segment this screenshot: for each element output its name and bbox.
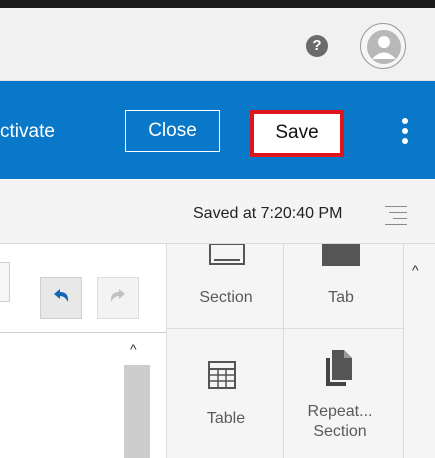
menu-icon[interactable] — [385, 206, 407, 226]
avatar[interactable] — [360, 23, 406, 69]
close-button[interactable]: Close — [125, 110, 220, 152]
scroll-up-icon[interactable]: ^ — [130, 341, 137, 357]
toolbar-button-partial[interactable] — [0, 262, 10, 302]
redo-icon — [110, 289, 125, 302]
palette-scrollbar[interactable] — [403, 244, 435, 458]
activate-button[interactable]: ctivate — [0, 121, 55, 143]
scroll-up-icon[interactable]: ^ — [412, 262, 419, 278]
saved-status: Saved at 7:20:40 PM — [193, 205, 343, 222]
help-icon[interactable]: ? — [306, 35, 328, 57]
palette-item-table[interactable]: Table — [181, 410, 271, 428]
tab-icon — [322, 244, 360, 266]
palette-item-tab[interactable]: Tab — [296, 289, 386, 307]
user-icon — [367, 30, 401, 64]
redo-button[interactable] — [97, 277, 139, 319]
save-button[interactable]: Save — [250, 110, 344, 157]
scrollbar-thumb[interactable] — [124, 365, 150, 458]
more-options-icon[interactable] — [400, 118, 410, 148]
undo-button[interactable] — [40, 277, 82, 319]
undo-icon — [54, 289, 69, 302]
section-icon — [209, 244, 245, 265]
palette-item-section[interactable]: Section — [181, 289, 271, 307]
palette-item-repeat-section[interactable]: Repeat... Section — [294, 402, 386, 442]
table-icon — [208, 361, 236, 389]
repeat-section-icon — [326, 350, 352, 386]
window-top-strip — [0, 0, 435, 8]
